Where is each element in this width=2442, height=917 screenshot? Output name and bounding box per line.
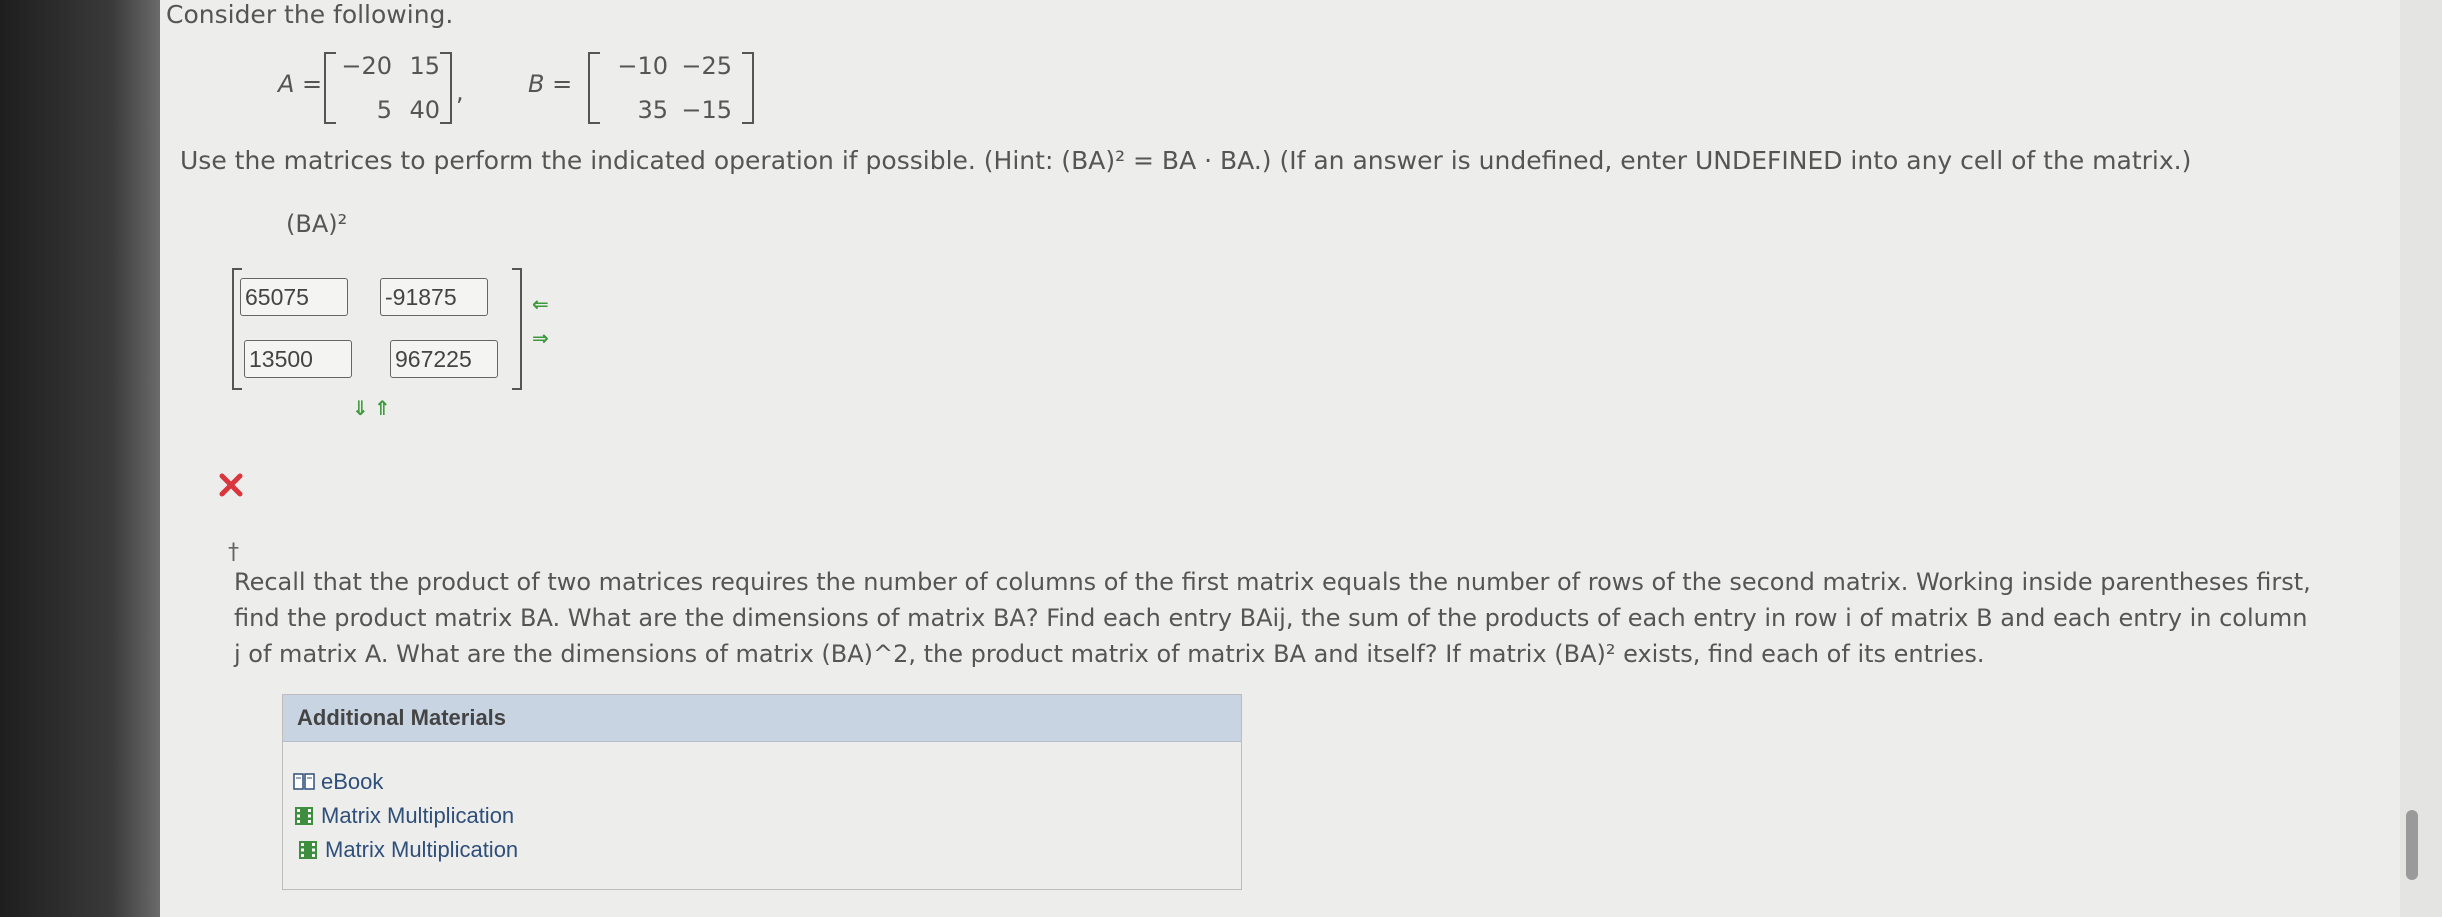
hint-marker: †: [228, 540, 239, 565]
matrix-b-left-bracket: [588, 52, 600, 124]
matrix-b-cell: −15: [681, 96, 732, 124]
incorrect-x-icon: [219, 473, 243, 497]
hint-line-1: Recall that the product of two matrices …: [234, 568, 2311, 596]
matrix-a-right-bracket: [440, 52, 452, 124]
film-icon: [295, 807, 313, 825]
add-row-arrow-icon[interactable]: ⇓: [352, 396, 369, 420]
remove-row-arrow-icon[interactable]: ⇑: [374, 396, 391, 420]
matrix-b-right-bracket: [742, 52, 754, 124]
matrix-b-label: B =: [528, 70, 573, 98]
scrollbar-track[interactable]: [2400, 0, 2442, 917]
remove-column-arrow-icon[interactable]: ⇐: [532, 292, 549, 316]
answer-cell-r2c2[interactable]: 967225: [390, 340, 498, 378]
matrix-a-cell: 40: [409, 96, 440, 124]
matrix-multiplication-link-label: Matrix Multiplication: [325, 837, 519, 862]
question-page: Consider the following. A = −20 15 5 40 …: [160, 0, 2400, 917]
matrix-b-cell: −25: [681, 52, 732, 80]
matrix-multiplication-link-label: Matrix Multiplication: [321, 803, 515, 828]
answer-cell-r1c2[interactable]: -91875: [380, 278, 488, 316]
question-prompt: Consider the following.: [166, 0, 454, 29]
hint-line-2: find the product matrix BA. What are the…: [234, 604, 2308, 632]
answer-right-bracket: [512, 268, 522, 390]
matrix-b-cell: 35: [637, 96, 668, 124]
additional-materials-header: Additional Materials: [283, 695, 1241, 742]
book-icon: [293, 773, 315, 790]
matrix-a-label: A =: [278, 70, 323, 98]
matrix-separator: ,: [456, 78, 464, 106]
additional-materials-panel: Additional Materials eBook Matrix Multip…: [282, 694, 1242, 890]
instructions-text: Use the matrices to perform the indicate…: [180, 146, 2192, 175]
film-icon: [299, 841, 317, 859]
matrix-a-cell: 15: [409, 52, 440, 80]
operation-label: (BA)²: [286, 210, 348, 238]
scrollbar-thumb[interactable]: [2406, 810, 2418, 880]
matrix-b-cell: −10: [617, 52, 668, 80]
answer-cell-r2c1[interactable]: 13500: [244, 340, 352, 378]
matrix-multiplication-link-2[interactable]: Matrix Multiplication: [297, 837, 518, 863]
ebook-link[interactable]: eBook: [293, 769, 383, 795]
left-background: [0, 0, 160, 917]
add-column-arrow-icon[interactable]: ⇒: [532, 326, 549, 350]
hint-line-3: j of matrix A. What are the dimensions o…: [234, 640, 1985, 668]
matrix-multiplication-link-1[interactable]: Matrix Multiplication: [293, 803, 514, 829]
ebook-link-label: eBook: [321, 769, 384, 794]
answer-cell-r1c1[interactable]: 65075: [240, 278, 348, 316]
